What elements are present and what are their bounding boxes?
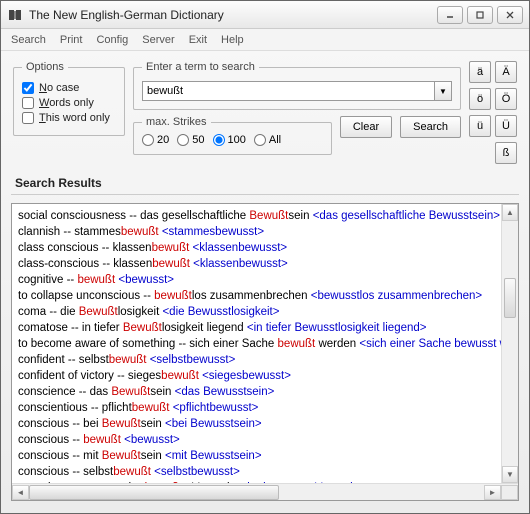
menu-exit[interactable]: Exit <box>189 34 207 46</box>
result-row[interactable]: confident -- selbstbewußt <selbstbewusst… <box>16 352 514 368</box>
app-window: The New English-German Dictionary Search… <box>0 0 530 514</box>
maximize-button[interactable] <box>467 6 493 24</box>
scroll-up-arrow[interactable]: ▲ <box>502 204 518 221</box>
char-a-lower[interactable]: ä <box>469 61 491 83</box>
menu-server[interactable]: Server <box>142 34 174 46</box>
clear-button[interactable]: Clear <box>340 116 392 138</box>
menu-config[interactable]: Config <box>96 34 128 46</box>
char-u-lower[interactable]: ü <box>469 115 491 137</box>
nocase-checkbox[interactable] <box>22 82 34 94</box>
hscroll-thumb[interactable] <box>29 485 279 500</box>
search-dropdown-button[interactable]: ▼ <box>434 81 452 101</box>
strikes-50-label: 50 <box>192 134 204 146</box>
app-icon <box>7 7 23 23</box>
vertical-scrollbar[interactable]: ▲ ▼ <box>501 204 518 483</box>
scroll-corner <box>501 485 518 500</box>
result-row[interactable]: social consciousness -- das gesellschaft… <box>16 208 514 224</box>
char-sz[interactable]: ß <box>495 142 517 164</box>
results-label: Search Results <box>1 170 529 194</box>
char-a-upper[interactable]: Ä <box>495 61 517 83</box>
result-row[interactable]: coma -- die Bewußtlosigkeit <die Bewusst… <box>16 304 514 320</box>
search-group: Enter a term to search ▼ <box>133 61 461 110</box>
wordsonly-checkbox[interactable] <box>22 97 34 109</box>
char-o-upper[interactable]: Ö <box>495 88 517 110</box>
vscroll-thumb[interactable] <box>504 278 516 318</box>
window-controls <box>437 6 523 24</box>
options-legend: Options <box>22 61 68 73</box>
horizontal-scrollbar[interactable]: ◄ ► <box>12 483 518 500</box>
strikes-100-radio[interactable] <box>213 134 225 146</box>
result-row[interactable]: class conscious -- klassenbewußt <klasse… <box>16 240 514 256</box>
search-button[interactable]: Search <box>400 116 461 138</box>
wordsonly-label: Words only <box>39 97 94 109</box>
strikes-100-label: 100 <box>228 134 246 146</box>
char-u-upper[interactable]: Ü <box>495 115 517 137</box>
search-legend: Enter a term to search <box>142 61 259 73</box>
menu-help[interactable]: Help <box>221 34 244 46</box>
options-group: Options No case Words only This word onl… <box>13 61 125 136</box>
menubar: Search Print Config Server Exit Help <box>1 29 529 51</box>
result-row[interactable]: conscious -- bewußt <bewusst> <box>16 432 514 448</box>
strikes-20-label: 20 <box>157 134 169 146</box>
thisword-checkbox[interactable] <box>22 112 34 124</box>
window-title: The New English-German Dictionary <box>29 8 437 22</box>
menu-print[interactable]: Print <box>60 34 83 46</box>
char-buttons: äÄ öÖ üÜ ß <box>469 61 517 164</box>
scroll-left-arrow[interactable]: ◄ <box>12 485 29 500</box>
close-button[interactable] <box>497 6 523 24</box>
result-row[interactable]: conscience -- das Bewußtsein <das Bewuss… <box>16 384 514 400</box>
result-row[interactable]: conscious -- mit Bewußtsein <mit Bewusst… <box>16 448 514 464</box>
result-row[interactable]: to become aware of something -- sich ein… <box>16 336 514 352</box>
strikes-50-radio[interactable] <box>177 134 189 146</box>
result-row[interactable]: class-conscious -- klassenbewußt <klasse… <box>16 256 514 272</box>
strikes-group: max. Strikes 20 50 100 All <box>133 116 332 155</box>
result-row[interactable]: confident of victory -- siegesbewußt <si… <box>16 368 514 384</box>
scroll-right-arrow[interactable]: ► <box>484 485 501 500</box>
char-o-lower[interactable]: ö <box>469 88 491 110</box>
search-input[interactable] <box>142 81 434 101</box>
strikes-all-radio[interactable] <box>254 134 266 146</box>
result-row[interactable]: comatose -- in tiefer Bewußtlosigkeit li… <box>16 320 514 336</box>
thisword-label: This word only <box>39 112 110 124</box>
menu-search[interactable]: Search <box>11 34 46 46</box>
titlebar: The New English-German Dictionary <box>1 1 529 29</box>
strikes-all-label: All <box>269 134 281 146</box>
divider <box>11 194 519 195</box>
result-row[interactable]: clannish -- stammesbewußt <stammesbewuss… <box>16 224 514 240</box>
strikes-legend: max. Strikes <box>142 116 211 128</box>
minimize-button[interactable] <box>437 6 463 24</box>
result-row[interactable]: conscious -- selbstbewußt <selbstbewusst… <box>16 464 514 480</box>
strikes-20-radio[interactable] <box>142 134 154 146</box>
results-list[interactable]: social consciousness -- das gesellschaft… <box>12 204 518 483</box>
result-row[interactable]: cognitive -- bewußt <bewusst> <box>16 272 514 288</box>
result-row[interactable]: to collapse unconscious -- bewußtlos zus… <box>16 288 514 304</box>
result-row[interactable]: conscientious -- pflichtbewußt <pflichtb… <box>16 400 514 416</box>
scroll-down-arrow[interactable]: ▼ <box>502 466 518 483</box>
controls-panel: Options No case Words only This word onl… <box>1 51 529 170</box>
results-panel: social consciousness -- das gesellschaft… <box>11 203 519 501</box>
nocase-label: No case <box>39 82 79 94</box>
result-row[interactable]: conscious -- bei Bewußtsein <bei Bewusst… <box>16 416 514 432</box>
